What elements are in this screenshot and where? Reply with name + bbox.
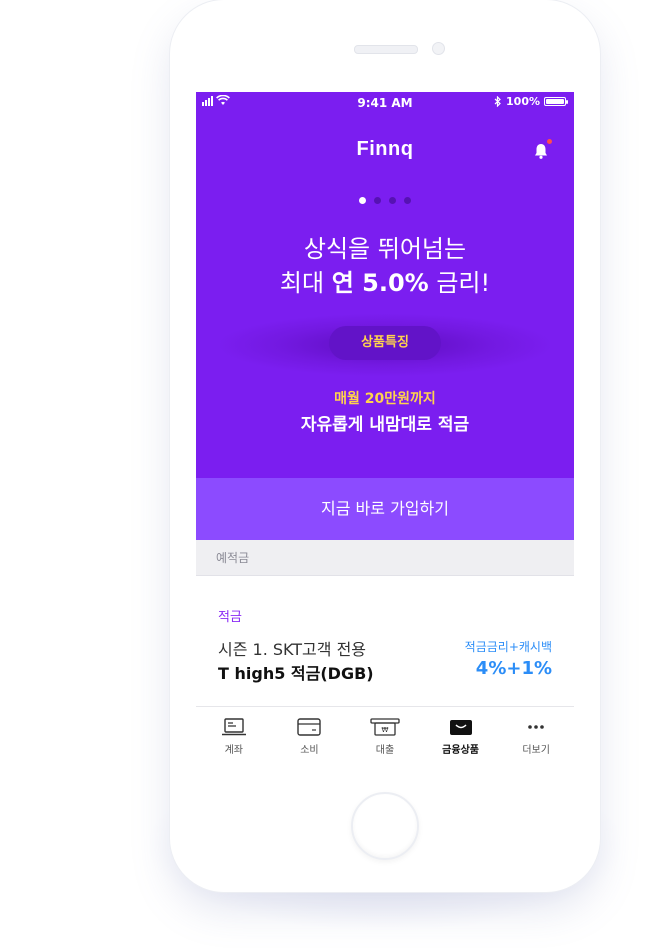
bell-icon[interactable] [532, 139, 552, 160]
section-header: 예적금 [196, 540, 574, 576]
battery-percent: 100% [506, 95, 540, 108]
carousel-dot[interactable] [359, 197, 366, 204]
carousel-dot[interactable] [389, 197, 396, 204]
bottom-tab-bar: 계좌 소비 ₩ 대출 금융상품 더보기 [196, 706, 574, 764]
bluetooth-icon [494, 96, 501, 107]
status-bar: 9:41 AM 100% [196, 92, 574, 114]
hero-headline: 상식을 뛰어넘는 최대 연 5.0% 금리! [196, 232, 574, 300]
app-screen: 9:41 AM 100% Finnq 상식을 뛰어넘는 최대 연 5.0% 금리… [196, 92, 574, 764]
product-category: 적금 [218, 610, 242, 625]
bag-icon [449, 720, 472, 735]
phone-camera [432, 42, 445, 55]
feature-button[interactable]: 상품특징 [329, 326, 441, 360]
loan-icon: ₩ [370, 718, 400, 736]
more-icon [528, 725, 544, 729]
hero-rate: 연 5.0% [331, 269, 429, 297]
tab-label: 대출 [375, 745, 395, 756]
hero-line2: 최대 연 5.0% 금리! [196, 266, 574, 300]
hero-line2-prefix: 최대 [279, 269, 332, 297]
tab-loan[interactable]: ₩ 대출 [347, 707, 423, 764]
product-card[interactable]: 적금 시즌 1. SKT고객 전용 T high5 적금(DGB) 적금금리+캐… [196, 576, 574, 706]
tab-account[interactable]: 계좌 [196, 707, 272, 764]
card-icon [297, 718, 322, 736]
signup-button[interactable]: 지금 바로 가입하기 [196, 478, 574, 540]
tab-label: 금융상품 [442, 745, 479, 756]
hero-line2-suffix: 금리! [428, 269, 491, 297]
tab-label: 계좌 [224, 745, 243, 756]
laptop-icon [221, 718, 246, 736]
app-logo: Finnq [356, 138, 414, 160]
hero-line1: 상식을 뛰어넘는 [303, 235, 467, 263]
carousel-dot[interactable] [374, 197, 381, 204]
product-rate-value: 4%+1% [475, 658, 552, 679]
svg-text:₩: ₩ [382, 726, 389, 734]
tab-label: 더보기 [522, 745, 550, 756]
tab-spending[interactable]: 소비 [272, 707, 348, 764]
tab-financial-products[interactable]: 금융상품 [423, 707, 499, 764]
product-name-line1: 시즌 1. SKT고객 전용 [218, 640, 367, 659]
product-rate-label: 적금금리+캐시백 [464, 640, 552, 654]
home-button[interactable] [351, 792, 419, 860]
carousel-dot[interactable] [404, 197, 411, 204]
phone-speaker [354, 45, 418, 54]
tab-more[interactable]: 더보기 [498, 707, 574, 764]
carousel-indicator[interactable] [196, 197, 574, 204]
hero-banner[interactable]: 9:41 AM 100% Finnq 상식을 뛰어넘는 최대 연 5.0% 금리… [196, 92, 574, 478]
product-name-line2: T high5 적금(DGB) [218, 664, 374, 683]
battery-icon [544, 97, 568, 106]
hero-sub-highlight: 매월 20만원까지 [334, 391, 436, 407]
hero-sub-main: 자유롭게 내맘대로 적금 [300, 415, 470, 435]
notification-dot [547, 139, 552, 144]
tab-label: 소비 [300, 745, 319, 756]
